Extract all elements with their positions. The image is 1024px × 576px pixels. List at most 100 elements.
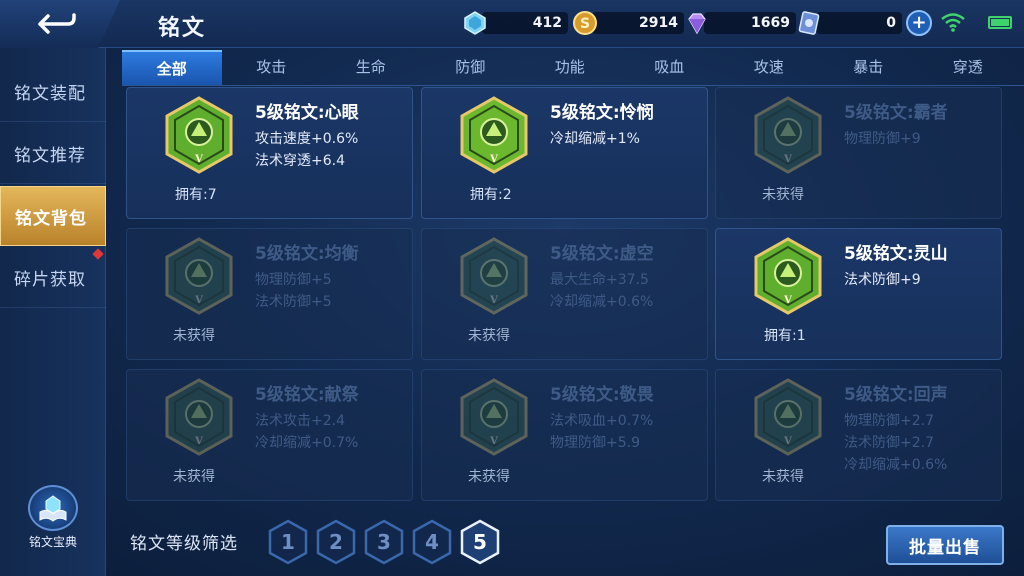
emblem-tier: V <box>783 154 792 165</box>
sidebar-item-equip[interactable]: 铭文装配 <box>0 62 106 122</box>
stat-line: 攻击速度+0.6% <box>255 131 359 147</box>
inscription-name: 5级铭文:虚空 <box>550 244 654 264</box>
sidebar-item-backpack[interactable]: 铭文背包 <box>0 186 106 246</box>
tab-utility[interactable]: 功能 <box>520 50 620 85</box>
owned-count: 拥有:1 <box>764 328 806 344</box>
tab-lifesteal[interactable]: 吸血 <box>620 50 720 85</box>
owned-count: 未获得 <box>762 469 804 485</box>
bulk-sell-button[interactable]: 批量出售 <box>886 525 1004 565</box>
battery-icon <box>988 16 1012 29</box>
sidebar-item-label: 铭文推荐 <box>14 146 86 166</box>
inscription-name: 5级铭文:均衡 <box>255 244 359 264</box>
codex-label: 铭文宝典 <box>28 535 77 549</box>
sidebar-item-fragments[interactable]: 碎片获取 <box>0 248 106 308</box>
inscription-stats: 最大生命+37.5 冷却缩减+0.6% <box>550 269 653 313</box>
level-filter-2[interactable]: 2 <box>314 518 358 566</box>
tab-attack-speed[interactable]: 攻速 <box>719 50 819 85</box>
stat-line: 冷却缩减+0.6% <box>550 294 654 310</box>
top-bar: 铭文 412 S 2914 1669 0 + <box>0 0 1024 48</box>
stat-line: 法术防御+2.7 <box>844 435 934 451</box>
inscription-emblem-icon: V <box>460 96 528 174</box>
inscription-card[interactable]: V 5级铭文:灵山法术防御+9 拥有:1 <box>715 228 1002 360</box>
codex-button[interactable]: 铭文宝典 <box>20 485 86 550</box>
inscription-card[interactable]: V 5级铭文:虚空最大生命+37.5 冷却缩减+0.6% 未获得 <box>421 228 708 360</box>
owned-count: 未获得 <box>173 328 215 344</box>
level-filter-3[interactable]: 3 <box>362 518 406 566</box>
tab-penetration[interactable]: 穿透 <box>918 50 1018 85</box>
card-ticket-icon <box>798 11 820 35</box>
inscription-stats: 法术吸血+0.7% 物理防御+5.9 <box>550 410 653 454</box>
book-icon <box>28 485 78 531</box>
stat-line: 物理防御+2.7 <box>844 413 934 429</box>
inscription-emblem-icon: V <box>754 378 822 456</box>
level-filter-4[interactable]: 4 <box>410 518 454 566</box>
level-filter-label: 铭文等级筛选 <box>130 534 238 554</box>
inscription-stats: 法术攻击+2.4 冷却缩减+0.7% <box>255 410 358 454</box>
back-arrow-icon <box>38 13 76 34</box>
inscription-emblem-icon: V <box>754 237 822 315</box>
level-filter-5[interactable]: 5 <box>458 518 502 566</box>
emblem-tier: V <box>489 154 498 165</box>
inscription-name: 5级铭文:献祭 <box>255 385 359 405</box>
stat-line: 法术防御+9 <box>844 272 921 288</box>
currency-gem[interactable]: 1669 <box>684 9 796 37</box>
emblem-tier: V <box>194 154 203 165</box>
emblem-tier: V <box>489 295 498 306</box>
sidebar-item-label: 碎片获取 <box>14 270 86 290</box>
inscription-name: 5级铭文:怜悯 <box>550 103 654 123</box>
tab-crit[interactable]: 暴击 <box>819 50 919 85</box>
category-tabs: 全部 攻击 生命 防御 功能 吸血 攻速 暴击 穿透 <box>122 50 1024 86</box>
stat-line: 法术攻击+2.4 <box>255 413 345 429</box>
level-number: 3 <box>377 530 391 554</box>
currency-diamond[interactable]: 412 <box>462 9 568 37</box>
gold-coin-icon: S <box>573 11 597 35</box>
inscription-card[interactable]: V 5级铭文:怜悯 冷却缩减+1% 拥有:2 <box>421 87 708 219</box>
inscription-stats: 冷却缩减+1% <box>550 128 640 150</box>
owned-count: 未获得 <box>173 469 215 485</box>
back-button[interactable] <box>0 0 120 48</box>
tab-health[interactable]: 生命 <box>321 50 421 85</box>
stat-line: 法术穿透+6.4 <box>255 153 345 169</box>
level-number: 2 <box>329 530 343 554</box>
currency-ticket[interactable]: 0 + <box>796 9 932 37</box>
tab-all[interactable]: 全部 <box>122 50 222 85</box>
inscription-emblem-icon: V <box>165 237 233 315</box>
inscription-card[interactable]: V 5级铭文:心眼 攻击速度+0.6% 法术穿透+6.4 拥有:7 <box>126 87 413 219</box>
page-title: 铭文 <box>158 16 207 41</box>
emblem-tier: V <box>783 436 792 447</box>
inscription-name: 5级铭文:霸者 <box>844 103 948 123</box>
stat-line: 最大生命+37.5 <box>550 272 649 288</box>
emblem-tier: V <box>489 436 498 447</box>
inscription-emblem-icon: V <box>460 378 528 456</box>
owned-count: 未获得 <box>468 328 510 344</box>
inscription-card[interactable]: V 5级铭文:敬畏 法术吸血+0.7% 物理防御+5.9 未获得 <box>421 369 708 501</box>
sidebar-item-recommend[interactable]: 铭文推荐 <box>0 124 106 184</box>
tab-defense[interactable]: 防御 <box>421 50 521 85</box>
inscription-card[interactable]: V 5级铭文:献祭 法术攻击+2.4 冷却缩减+0.7% 未获得 <box>126 369 413 501</box>
stat-line: 物理防御+9 <box>844 131 921 147</box>
inscription-name: 5级铭文:回声 <box>844 385 948 405</box>
inscription-name: 5级铭文:灵山 <box>844 244 948 264</box>
emblem-tier: V <box>194 295 203 306</box>
inscription-stats: 法术防御+9 <box>844 269 921 291</box>
purple-gem-icon <box>688 13 706 35</box>
tab-attack[interactable]: 攻击 <box>222 50 322 85</box>
inscription-emblem-icon: V <box>460 237 528 315</box>
stat-line: 法术防御+5 <box>255 294 332 310</box>
owned-count: 拥有:2 <box>470 187 512 203</box>
currency-gold[interactable]: S 2914 <box>572 9 684 37</box>
inscription-card[interactable]: V 5级铭文:霸者 物理防御+9 未获得 <box>715 87 1002 219</box>
add-currency-button[interactable]: + <box>906 10 932 36</box>
level-filter-1[interactable]: 1 <box>266 518 310 566</box>
inscription-card[interactable]: V 5级铭文:回声物理防御+2.7 法术防御+2.7 冷却缩减+0.6% 未获得 <box>715 369 1002 501</box>
inscription-stats: 物理防御+2.7 法术防御+2.7 冷却缩减+0.6% <box>844 410 947 476</box>
wifi-icon <box>941 13 965 32</box>
level-number: 4 <box>425 530 439 554</box>
stat-line: 物理防御+5.9 <box>550 435 640 451</box>
inscription-stats: 物理防御+5 法术防御+5 <box>255 269 332 313</box>
inscription-card[interactable]: V 5级铭文:均衡物理防御+5 法术防御+5 未获得 <box>126 228 413 360</box>
diamond-crystal-icon <box>464 11 486 35</box>
stat-line: 冷却缩减+0.7% <box>255 435 359 451</box>
sidebar-item-label: 铭文装配 <box>14 84 86 104</box>
stat-line: 冷却缩减+0.6% <box>844 457 948 473</box>
